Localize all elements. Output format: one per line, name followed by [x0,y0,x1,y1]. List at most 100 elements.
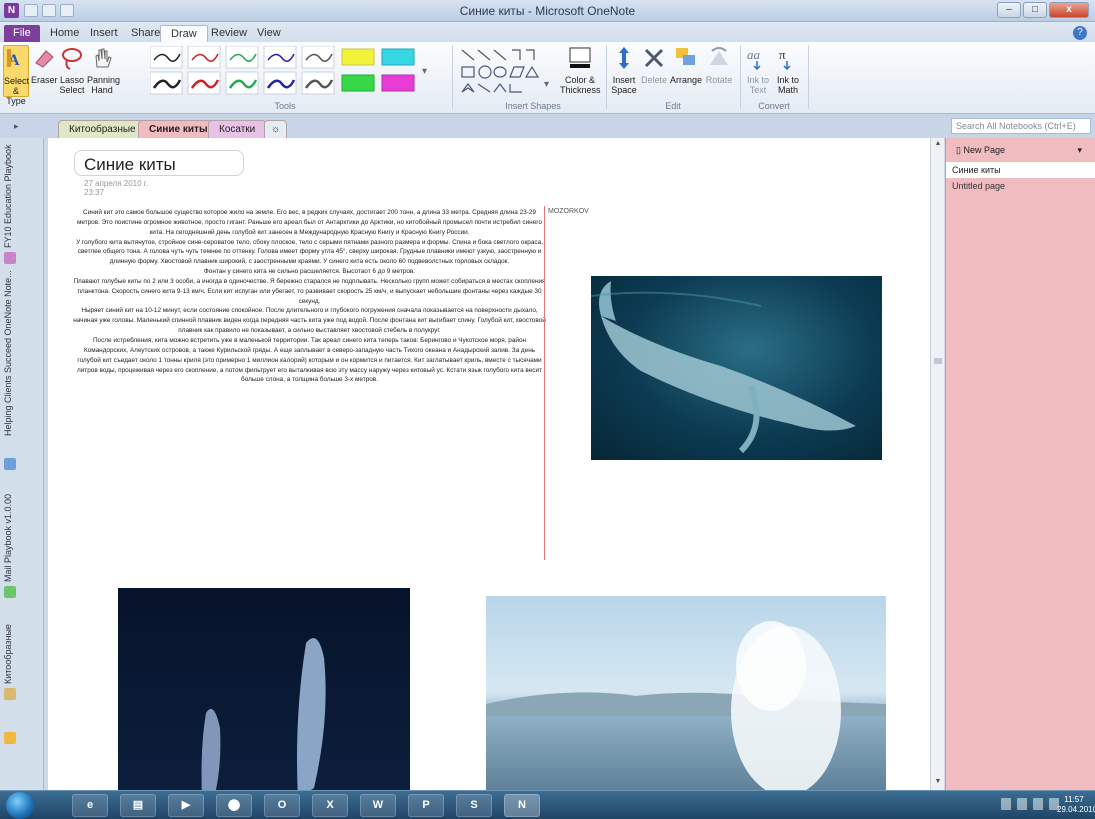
arrange-label: Arrange [670,75,703,85]
page-canvas[interactable]: Синие киты 27 апреля 2010 г. 23:37 Синий… [48,138,930,790]
taskbar-app-s[interactable]: S [456,794,492,817]
ink-to-text-button[interactable]: aa Ink to Text [744,45,772,97]
taskbar-excel[interactable]: X [312,794,348,817]
eraser-label: Eraser [31,75,58,85]
delete-label: Delete [640,75,667,85]
keyboard-layout-icon[interactable] [1001,798,1011,810]
tab-view[interactable]: View [247,25,291,42]
whales-graphic [201,638,326,790]
close-button[interactable]: x [1049,2,1089,18]
convert-group-label: Convert [758,101,790,111]
group-separator [452,45,453,109]
notebook-kitoobraznye[interactable]: Китообразные [3,608,17,684]
ink-to-text-icon: aa [747,47,761,71]
flag-icon[interactable] [1017,798,1027,810]
scroll-up-icon[interactable]: ▲ [933,140,943,150]
new-page-label: New Page [963,145,1005,155]
lasso-select-button[interactable]: Lasso Select [59,45,85,97]
paragraph: После истребления, кита можно встретить … [77,336,542,384]
page-date: 27 апреля 2010 г. 23:37 [84,179,148,197]
page-date-text: 27 апреля 2010 г. [84,179,148,188]
tools-group-label: Tools [274,101,296,111]
taskbar-onenote[interactable]: N [504,794,540,817]
search-notebooks-input[interactable]: Search All Notebooks (Ctrl+E) [951,118,1091,134]
ink-to-math-button[interactable]: π Ink to Math [774,45,802,97]
svg-text:aa: aa [747,47,761,62]
eraser-icon [35,50,54,68]
panning-label: Panning Hand [87,75,121,95]
group-separator [740,45,741,109]
taskbar-explorer[interactable]: ▤ [120,794,156,817]
spout-graphic [486,621,886,790]
windows-taskbar: e ▤ ▶ ⬤ O X W P S N 11:57 29.04.2010 [0,790,1095,819]
arrange-button[interactable]: Arrange [670,45,702,97]
taskbar-app[interactable]: ⬤ [216,794,252,817]
taskbar-clock[interactable]: 11:57 29.04.2010 [1057,795,1095,815]
svg-text:▾: ▾ [422,66,427,77]
scroll-thumb[interactable] [934,358,942,364]
start-button[interactable] [6,792,34,819]
color-thickness-icon [569,47,591,68]
new-section-tab[interactable]: ☼ [264,120,288,138]
section-tab-sinie-kity[interactable]: Синие киты [138,120,219,138]
notebook-helping-clients[interactable]: Helping Clients Succeed OneNote Note... [3,270,17,436]
group-separator [606,45,607,109]
clock-date: 29.04.2010 [1057,805,1095,814]
pen-gallery[interactable]: ▾ [150,46,450,96]
note-body[interactable]: Синий кит это самое большое существо кот… [72,208,547,385]
ink-to-text-label: Ink to Text [746,75,769,95]
minimize-button[interactable]: – [997,2,1021,18]
page-item-sinie-kity[interactable]: Синие киты [946,162,1095,178]
whale-spout-photo[interactable] [486,596,886,790]
svg-text:π: π [779,47,786,62]
delete-icon [644,48,664,68]
svg-text:▾: ▾ [544,79,549,90]
page-list-pane: ▯ New Page ▾ Синие киты Untitled page [945,138,1095,790]
help-icon[interactable]: ? [1073,26,1087,40]
panning-hand-button[interactable]: Panning Hand [87,45,121,97]
notebook-fy10[interactable]: FY10 Education Playbook [3,144,17,248]
edit-group-label: Edit [665,101,681,111]
notebook-icon [4,586,16,598]
network-icon[interactable] [1033,798,1043,810]
unfiled-notes-icon[interactable] [4,732,16,744]
taskbar-ie[interactable]: e [72,794,108,817]
lasso-icon [62,48,82,70]
scroll-down-icon[interactable]: ▼ [933,778,943,788]
navigation-pane-expand-icon[interactable]: ▸ [14,121,19,132]
section-tab-kitoobraznye[interactable]: Китообразные [58,120,147,138]
taskbar-powerpoint[interactable]: P [408,794,444,817]
arrange-icon [676,48,695,65]
rotate-label: Rotate [705,75,733,85]
notebook-mail-playbook[interactable]: Mail Playbook v1.0.00 [3,482,17,582]
whale-photo-underwater[interactable] [591,276,882,460]
delete-button[interactable]: Delete [640,45,668,97]
notebook-icon [4,458,16,470]
window-title: Синие киты - Microsoft OneNote [459,4,636,18]
eraser-button[interactable]: Eraser [31,45,58,97]
ribbon-tabs: File Home Insert Share Draw Review View … [0,22,1095,42]
ink-to-math-icon: π [779,47,791,71]
notebook-icon [4,252,16,264]
maximize-button[interactable]: □ [1023,2,1047,18]
rotate-icon [710,47,728,65]
page-time-text: 23:37 [84,188,105,197]
taskbar-media-player[interactable]: ▶ [168,794,204,817]
section-tab-kosatki[interactable]: Косатки [208,120,267,138]
new-page-button[interactable]: ▯ New Page ▾ [946,142,1095,158]
taskbar-word[interactable]: W [360,794,396,817]
select-type-button[interactable]: A Select & Type [3,45,29,106]
color-thickness-button[interactable]: Color & Thickness [560,45,601,97]
insert-space-button[interactable]: Insert Space [610,45,638,97]
new-page-dropdown-icon[interactable]: ▾ [1077,142,1082,158]
taskbar-outlook[interactable]: O [264,794,300,817]
page-vertical-scrollbar[interactable]: ▲ ▼ [930,138,944,790]
tab-file[interactable]: File [4,25,40,42]
paragraph: Ныряет синий кит на 10-12 минут, если со… [73,307,546,335]
whales-photo-night[interactable] [118,588,410,790]
page-item-untitled[interactable]: Untitled page [946,178,1095,194]
rotate-button[interactable]: Rotate [704,45,734,97]
shapes-gallery[interactable]: ▾ [460,47,556,97]
ribbon-draw: A Select & Type Eraser Lasso Select Pann… [0,42,1095,114]
page-title[interactable]: Синие киты [84,155,176,175]
